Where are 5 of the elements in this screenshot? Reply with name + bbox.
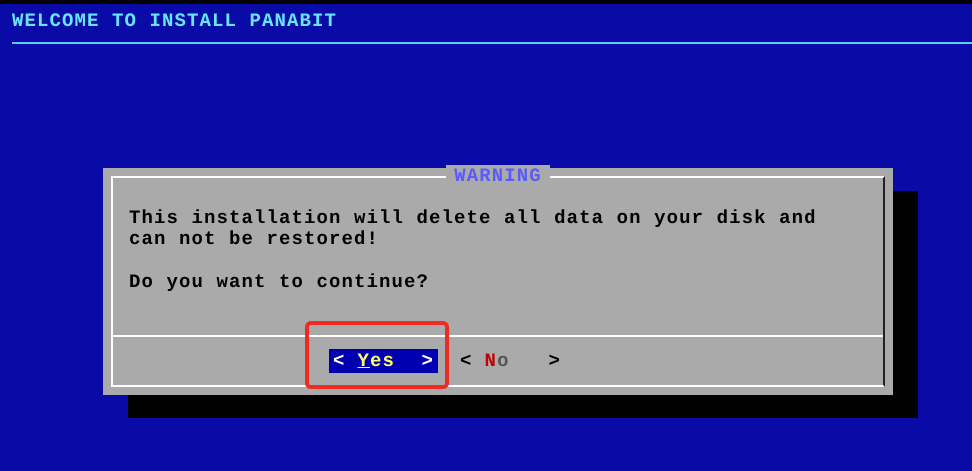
dialog-button[interactable]: < No >	[456, 349, 566, 373]
header-title: WELCOME TO INSTALL PANABIT	[11, 9, 338, 32]
message-text: Do you want to continue?	[129, 272, 430, 293]
message-text: This installation will delete all data on your disk and can not be restored!	[129, 208, 817, 250]
dialog-button[interactable]: < Yes >	[329, 349, 438, 373]
